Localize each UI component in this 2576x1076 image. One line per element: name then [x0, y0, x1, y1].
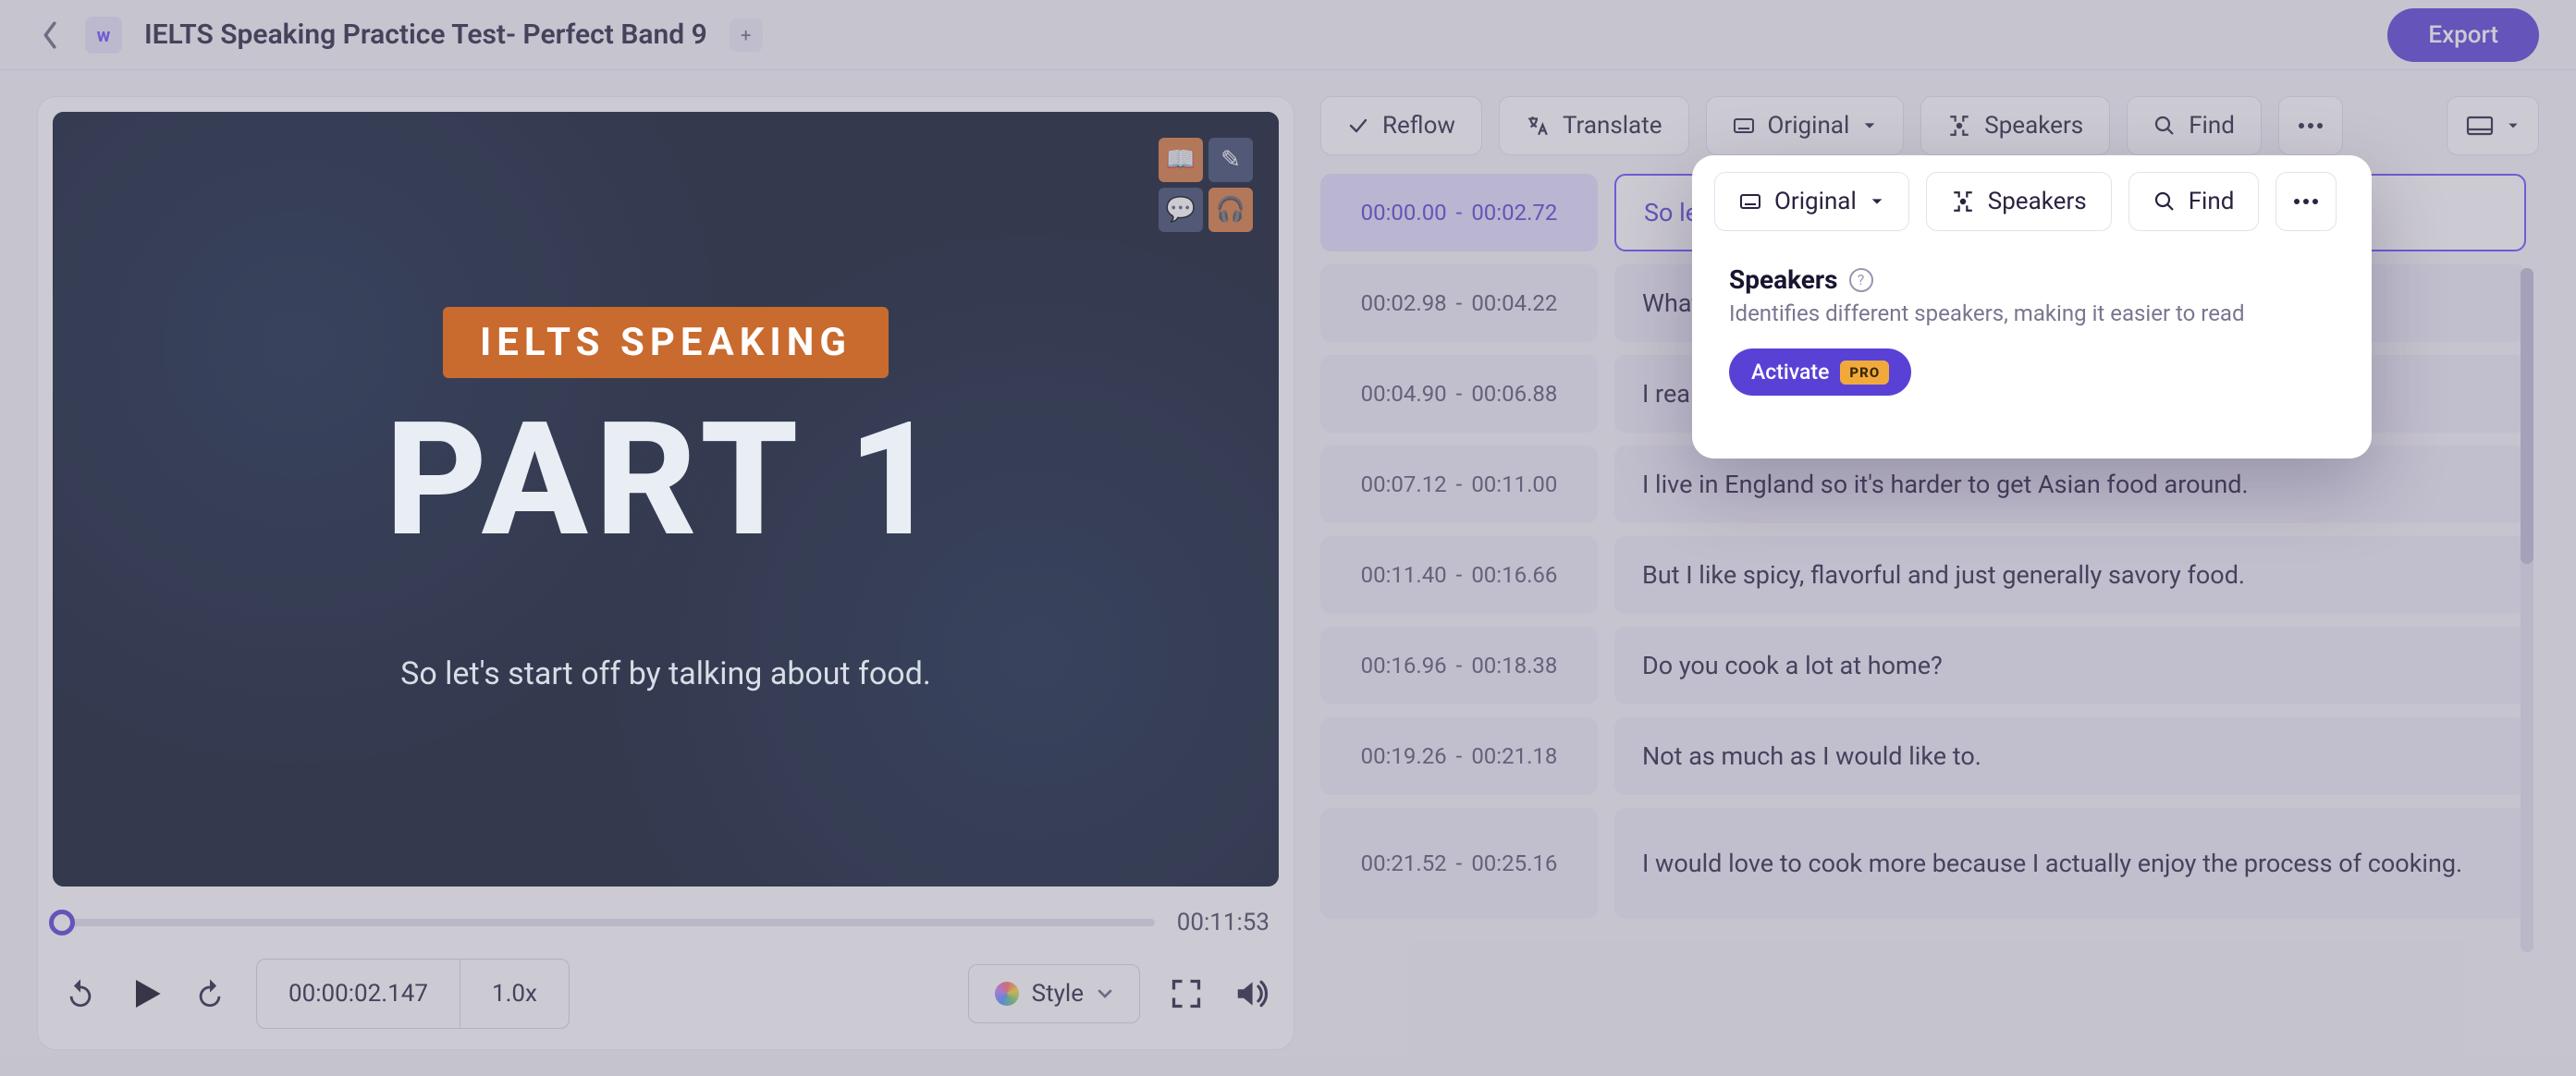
translate-button[interactable]: Translate: [1499, 96, 1689, 155]
timeline-slider[interactable]: [62, 919, 1155, 926]
popover-speakers-button[interactable]: Speakers: [1926, 172, 2112, 231]
more-button[interactable]: [2278, 96, 2343, 155]
timeline-thumb[interactable]: [49, 910, 75, 935]
video-overlay-label: IELTS SPEAKING: [443, 307, 889, 378]
popover-original-button[interactable]: Original: [1714, 172, 1909, 231]
forward-button[interactable]: [191, 975, 228, 1012]
transcript-toolbar: Reflow Translate Original Speakers: [1320, 96, 2539, 155]
reflow-button[interactable]: Reflow: [1320, 96, 1482, 155]
style-label: Style: [1032, 980, 1084, 1008]
original-label: Original: [1768, 112, 1850, 140]
popover-more-button[interactable]: [2275, 172, 2337, 231]
speakers-popover: Original Speakers Find Speakers ? Identi…: [1692, 155, 2372, 459]
style-button[interactable]: Style: [968, 964, 1140, 1023]
video-corner-badges: 📖 ✎ 💬 🎧: [1159, 138, 1253, 232]
popover-original-label: Original: [1774, 188, 1857, 215]
popover-speakers-label: Speakers: [1988, 188, 2087, 215]
reflow-label: Reflow: [1382, 112, 1455, 140]
video-caption: So let's start off by talking about food…: [400, 655, 931, 692]
transcript-scrollbar[interactable]: [2521, 268, 2533, 952]
find-button[interactable]: Find: [2127, 96, 2262, 155]
timestamp[interactable]: 00:16.96-00:18.38: [1320, 627, 1598, 704]
app-logo: w: [85, 17, 122, 54]
style-swatch-icon: [995, 982, 1019, 1006]
time-speed-box: 00:00:02.147 1.0x: [256, 959, 570, 1029]
video-duration: 00:11:53: [1177, 909, 1270, 936]
video-overlay-part: PART 1: [386, 387, 946, 572]
video-panel: 📖 ✎ 💬 🎧 IELTS SPEAKING PART 1 So let's s…: [37, 96, 1294, 1050]
scrollbar-thumb[interactable]: [2521, 268, 2533, 564]
transcript-row[interactable]: 00:21.52-00:25.16I would love to cook mo…: [1320, 808, 2526, 919]
play-button[interactable]: [127, 975, 164, 1012]
export-button[interactable]: Export: [2387, 8, 2539, 62]
badge-headphones-icon: 🎧: [1208, 188, 1253, 232]
transcript-row[interactable]: 00:19.26-00:21.18Not as much as I would …: [1320, 717, 2526, 795]
back-button[interactable]: [37, 22, 63, 48]
project-title[interactable]: IELTS Speaking Practice Test- Perfect Ba…: [144, 18, 707, 51]
popover-find-button[interactable]: Find: [2128, 172, 2260, 231]
transcript-text[interactable]: I would love to cook more because I actu…: [1614, 808, 2526, 919]
add-button[interactable]: +: [730, 18, 763, 52]
timestamp[interactable]: 00:00.00-00:02.72: [1320, 174, 1598, 251]
timestamp[interactable]: 00:11.40-00:16.66: [1320, 536, 1598, 614]
popover-find-label: Find: [2189, 188, 2235, 215]
header: w IELTS Speaking Practice Test- Perfect …: [0, 0, 2576, 70]
activate-label: Activate: [1751, 360, 1829, 385]
translate-label: Translate: [1563, 112, 1662, 140]
find-label: Find: [2189, 112, 2235, 140]
timestamp[interactable]: 00:07.12-00:11.00: [1320, 446, 1598, 523]
transcript-row[interactable]: 00:11.40-00:16.66But I like spicy, flavo…: [1320, 536, 2526, 614]
video-preview[interactable]: 📖 ✎ 💬 🎧 IELTS SPEAKING PART 1 So let's s…: [53, 112, 1279, 886]
timestamp[interactable]: 00:02.98-00:04.22: [1320, 264, 1598, 342]
speakers-button[interactable]: Speakers: [1920, 96, 2110, 155]
badge-book-icon: 📖: [1159, 138, 1203, 182]
transcript-text[interactable]: Not as much as I would like to.: [1614, 717, 2526, 795]
timestamp[interactable]: 00:04.90-00:06.88: [1320, 355, 1598, 433]
popover-title: Speakers: [1729, 264, 1838, 295]
volume-button[interactable]: [1233, 975, 1270, 1012]
transcript-text[interactable]: But I like spicy, flavorful and just gen…: [1614, 536, 2526, 614]
timestamp[interactable]: 00:19.26-00:21.18: [1320, 717, 1598, 795]
help-icon[interactable]: ?: [1849, 268, 1873, 292]
activate-button[interactable]: Activate PRO: [1729, 348, 1911, 396]
playback-speed[interactable]: 1.0x: [460, 960, 569, 1028]
layout-toggle-button[interactable]: [2447, 96, 2539, 155]
rewind-button[interactable]: [62, 975, 99, 1012]
popover-description: Identifies different speakers, making it…: [1729, 300, 2335, 326]
pro-badge: PRO: [1840, 361, 1889, 385]
badge-pen-icon: ✎: [1208, 138, 1253, 182]
speakers-label: Speakers: [1984, 112, 2083, 140]
current-time[interactable]: 00:00:02.147: [257, 960, 460, 1028]
transcript-text[interactable]: Do you cook a lot at home?: [1614, 627, 2526, 704]
fullscreen-button[interactable]: [1168, 975, 1205, 1012]
timestamp[interactable]: 00:21.52-00:25.16: [1320, 808, 1598, 919]
transcript-row[interactable]: 00:16.96-00:18.38Do you cook a lot at ho…: [1320, 627, 2526, 704]
original-button[interactable]: Original: [1706, 96, 1905, 155]
badge-chat-icon: 💬: [1159, 188, 1203, 232]
